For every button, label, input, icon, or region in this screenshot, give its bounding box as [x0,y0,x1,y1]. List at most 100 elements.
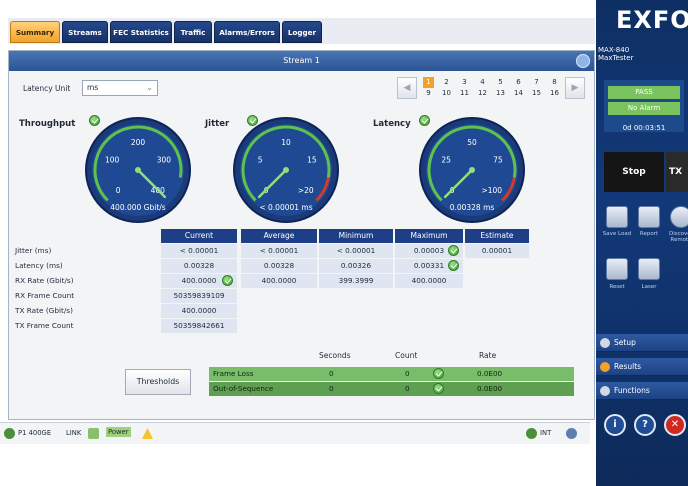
gauge-readout: 400.000 Gbit/s [110,203,166,212]
model-label: MAX-840 MaxTester [598,46,633,62]
stream-page-16[interactable]: 16 [549,88,560,99]
gauge-tick-label: 50 [467,138,477,147]
table-header-current: Current [161,229,237,243]
save-load-label: Save Load [602,231,632,237]
stream-page-14[interactable]: 14 [513,88,524,99]
loss-row: Out-of-Sequence 0 0 0.0E00 [209,382,574,396]
stream-page-4[interactable]: 4 [477,77,488,88]
thresholds-button[interactable]: Thresholds [125,369,191,395]
stream-page-10[interactable]: 10 [441,88,452,99]
table-cell-value: 400.0000 [411,276,447,285]
throughput-title: Throughput [19,119,76,129]
report-icon[interactable] [638,206,660,228]
panel-options-icon[interactable] [576,54,590,68]
stream-page-6[interactable]: 6 [513,77,524,88]
table-row-label: TX Rate (Gbit/s) [15,306,73,315]
table-cell-value: 50359839109 [173,291,225,300]
power-badge: Power [106,427,131,437]
latency-title: Latency [373,119,411,129]
table-cell: 400.0000 [161,274,237,288]
discover-remote-icon[interactable] [670,206,688,228]
stream-page-13[interactable]: 13 [495,88,506,99]
latency-unit-label: Latency Unit [23,84,71,93]
exfo-logo: EXFO [616,6,688,34]
stream-page-11[interactable]: 11 [459,88,470,99]
pager-prev-button[interactable]: ◀ [397,77,417,99]
table-cell-value: 0.00326 [340,261,372,270]
stream-page-12[interactable]: 12 [477,88,488,99]
test-timer: 0d 00:03:51 [622,124,666,132]
latency-gauge: 0255075>1000.00328 ms [417,113,527,223]
table-row-label: RX Frame Count [15,291,75,300]
loss-header-seconds: Seconds [319,351,351,360]
latency-unit-value: ms [87,83,99,92]
gauge-tick-label: >100 [481,186,502,195]
gauge-dial: 051015>20< 0.00001 ms [233,117,339,223]
menu-setup[interactable]: Setup [596,334,688,352]
discover-remote-label: Discover Remote [669,231,688,243]
stream-page-1[interactable]: 1 [423,77,434,88]
menu-setup-label: Setup [614,338,636,347]
stop-button[interactable]: Stop [604,152,664,192]
table-row-label: TX Frame Count [15,321,74,330]
info-icon[interactable]: i [604,414,626,436]
chevron-down-icon: ⌄ [146,83,153,92]
gauge-tick-label: 25 [441,155,451,164]
menu-results[interactable]: Results [596,358,688,376]
pager-next-button[interactable]: ▶ [565,77,585,99]
tools-icon [600,386,610,396]
table-cell-value: 0.00001 [481,246,513,255]
tab-alarms-errors[interactable]: Alarms/Errors [214,21,280,43]
stream-page-2[interactable]: 2 [441,77,452,88]
stream-page-15[interactable]: 15 [531,88,542,99]
check-ok-icon [222,275,233,286]
save-load-icon[interactable] [606,206,628,228]
gauge-dial: 0255075>1000.00328 ms [419,117,525,223]
gauge-tick-label: 15 [307,155,317,164]
tab-fec-statistics[interactable]: FEC Statistics [110,21,172,43]
loss-rate: 0.0E00 [477,369,503,378]
table-cell-value: 50359842661 [173,321,225,330]
loss-count: 0 [405,384,410,393]
menu-functions-label: Functions [614,386,650,395]
table-cell: 400.0000 [395,274,463,288]
stream-page-3[interactable]: 3 [459,77,470,88]
table-cell: 50359842661 [161,319,237,333]
tab-summary[interactable]: Summary [10,21,60,43]
table-cell: 0.00003 [395,244,463,258]
reset-icon[interactable] [606,258,628,280]
table-cell-value: 0.00328 [183,261,215,270]
loss-row: Frame Loss 0 0 0.0E00 [209,367,574,381]
tx-button[interactable]: TX [666,152,688,192]
table-cell-value: < 0.00001 [259,246,299,255]
stream-page-7[interactable]: 7 [531,77,542,88]
table-cell: 0.00328 [161,259,237,273]
table-cell: < 0.00001 [241,244,317,258]
stream-pager: ◀ ▶ 1 2 3 4 5 6 7 8 9 10 11 12 13 14 15 16 [397,75,587,101]
model-number: MAX-840 [598,46,630,54]
table-cell: 0.00001 [465,244,529,258]
loss-seconds: 0 [329,369,334,378]
status-bar: P1 400GE LINK Power INT [0,422,590,444]
table-cell-value: 400.0000 [261,276,297,285]
loss-rate: 0.0E00 [477,384,503,393]
reflection [0,444,590,486]
help-icon[interactable]: ? [634,414,656,436]
tab-logger[interactable]: Logger [282,21,322,43]
globe-icon[interactable] [566,428,577,439]
tab-traffic[interactable]: Traffic [174,21,212,43]
latency-unit-select[interactable]: ms ⌄ [82,80,158,96]
table-cell: 0.00328 [241,259,317,273]
stream-page-5[interactable]: 5 [495,77,506,88]
menu-functions[interactable]: Functions [596,382,688,400]
tab-streams[interactable]: Streams [62,21,108,43]
close-icon[interactable]: ✕ [664,414,686,436]
table-cell: 50359839109 [161,289,237,303]
gauge-tick-label: 0 [116,186,121,195]
warning-icon [142,428,153,439]
stream-page-8[interactable]: 8 [549,77,560,88]
table-cell-value: < 0.00001 [336,246,376,255]
laser-icon[interactable] [638,258,660,280]
stream-page-9[interactable]: 9 [423,88,434,99]
table-cell: 399.3999 [319,274,393,288]
